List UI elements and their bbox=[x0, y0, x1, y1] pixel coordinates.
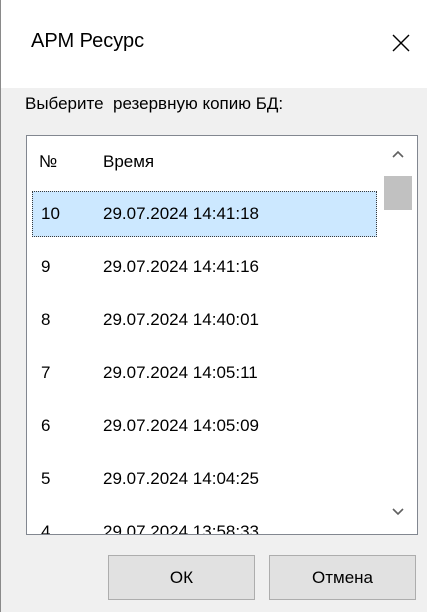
list-row[interactable]: 7 29.07.2024 14:05:11 bbox=[27, 347, 379, 400]
row-time: 29.07.2024 14:41:18 bbox=[103, 204, 259, 223]
scroll-down-button[interactable] bbox=[387, 502, 409, 524]
row-time: 29.07.2024 13:58:33 bbox=[103, 522, 259, 535]
row-number: 8 bbox=[41, 310, 51, 329]
window-title: АРМ Ресурс bbox=[31, 30, 145, 52]
scroll-up-button[interactable] bbox=[387, 144, 409, 166]
backup-list[interactable]: № Время 10 29.07.2024 14:41:18 9 29.07.2024… bbox=[26, 135, 418, 535]
title-bar: АРМ Ресурс bbox=[1, 0, 427, 88]
row-time: 29.07.2024 14:04:25 bbox=[103, 469, 259, 488]
column-header-number[interactable]: № bbox=[39, 152, 57, 172]
row-time: 29.07.2024 14:05:11 bbox=[103, 363, 258, 382]
list-row[interactable]: 6 29.07.2024 14:05:09 bbox=[27, 400, 379, 453]
row-time: 29.07.2024 14:40:01 bbox=[103, 310, 259, 329]
column-header-time[interactable]: Время bbox=[103, 152, 154, 172]
row-number: 10 bbox=[41, 204, 60, 223]
ok-button[interactable]: ОК bbox=[108, 555, 255, 600]
scroll-thumb[interactable] bbox=[384, 176, 412, 210]
row-number: 7 bbox=[41, 363, 51, 382]
row-number: 4 bbox=[41, 522, 51, 535]
vertical-scrollbar[interactable] bbox=[379, 136, 417, 534]
chevron-down-icon bbox=[391, 504, 405, 522]
backup-select-dialog: АРМ Ресурс Выберите резервную копию БД: … bbox=[0, 0, 427, 612]
list-row[interactable]: 4 29.07.2024 13:58:33 bbox=[27, 506, 379, 535]
list-header: № Время bbox=[27, 136, 379, 188]
row-number: 6 bbox=[41, 416, 51, 435]
list-row[interactable]: 5 29.07.2024 14:04:25 bbox=[27, 453, 379, 506]
close-icon bbox=[392, 34, 410, 52]
row-number: 9 bbox=[41, 257, 51, 276]
list-row[interactable]: 8 29.07.2024 14:40:01 bbox=[27, 294, 379, 347]
row-time: 29.07.2024 14:05:09 bbox=[103, 416, 259, 435]
close-button[interactable] bbox=[379, 18, 423, 68]
row-number: 5 bbox=[41, 469, 51, 488]
list-rows: 10 29.07.2024 14:41:18 9 29.07.2024 14:41:1… bbox=[27, 188, 379, 535]
list-row[interactable]: 10 29.07.2024 14:41:18 bbox=[27, 188, 379, 241]
row-time: 29.07.2024 14:41:16 bbox=[103, 257, 259, 276]
list-row[interactable]: 9 29.07.2024 14:41:16 bbox=[27, 241, 379, 294]
cancel-button[interactable]: Отмена bbox=[269, 555, 416, 600]
chevron-up-icon bbox=[391, 146, 405, 164]
prompt-label: Выберите резервную копию БД: bbox=[25, 94, 284, 113]
